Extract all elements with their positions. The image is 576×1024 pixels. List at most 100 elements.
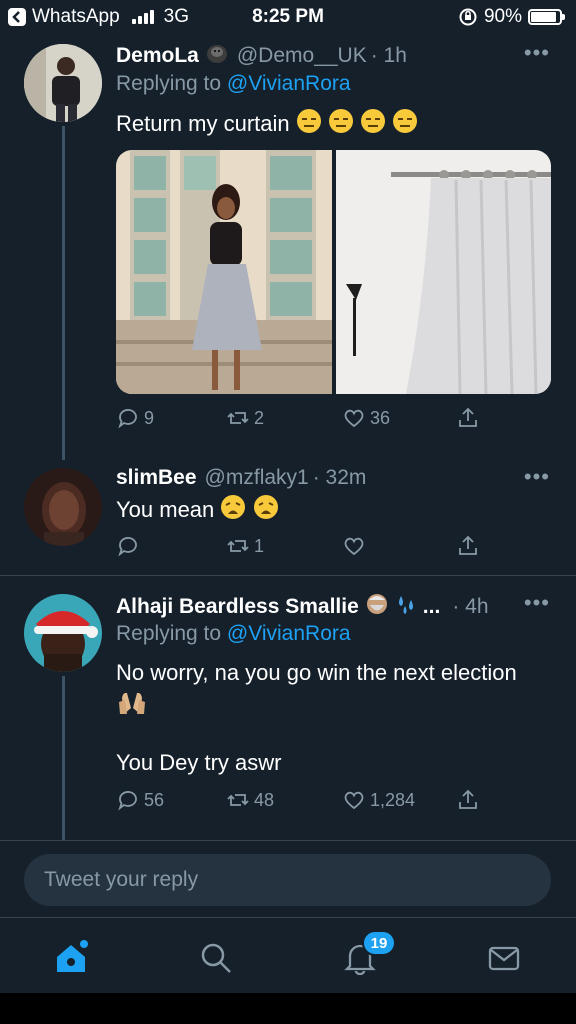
- tweet-text: No worry, na you go win the next electio…: [116, 658, 517, 778]
- tweet-time: · 32m: [312, 466, 367, 489]
- tweet-text-content: You mean: [116, 496, 215, 522]
- divider: [0, 840, 576, 841]
- reply-button[interactable]: 56: [116, 788, 164, 812]
- gorilla-emoji-icon: [205, 42, 229, 70]
- user-handle[interactable]: @mzflaky1: [205, 466, 309, 490]
- display-name[interactable]: Alhaji Beardless Smallie: [116, 595, 359, 619]
- like-button[interactable]: 36: [342, 406, 390, 430]
- weary-face-icon: [253, 494, 279, 528]
- sweat-droplets-emoji-icon: [395, 592, 419, 622]
- retweet-count: 2: [254, 407, 265, 428]
- media-photo-curtain[interactable]: [335, 150, 552, 394]
- home-icon: [57, 940, 88, 972]
- avatar[interactable]: [24, 468, 102, 546]
- battery-percent: 90%: [483, 6, 522, 27]
- tweet-header: DemoLa @Demo__UK · 1h: [116, 42, 407, 70]
- expressionless-face-icon: [360, 108, 386, 142]
- tweet-slimbee[interactable]: slimBee @mzflaky1 · 32m ••• You mean 1: [0, 464, 576, 574]
- thread-line: [62, 676, 65, 840]
- weary-face-icon: [220, 494, 246, 528]
- tweet-time: · 4h: [452, 595, 489, 618]
- retweet-icon: [227, 794, 249, 806]
- reply-button[interactable]: [116, 534, 144, 558]
- folded-hands-icon: [116, 688, 517, 718]
- expressionless-face-icon: [296, 108, 322, 142]
- media-photo-woman[interactable]: [116, 150, 332, 394]
- share-button[interactable]: [456, 788, 480, 812]
- tweet-text-line1: No worry, na you go win the next electio…: [116, 660, 517, 685]
- heart-icon: [344, 537, 364, 556]
- replying-to: Replying to @VivianRora: [116, 72, 351, 96]
- more-options-icon[interactable]: •••: [524, 464, 550, 490]
- avatar[interactable]: [24, 594, 102, 672]
- more-options-icon[interactable]: •••: [524, 590, 550, 616]
- battery-icon: [528, 9, 565, 25]
- search-icon: [201, 943, 231, 973]
- tweet-actions: 1: [116, 534, 496, 562]
- nav-search-button[interactable]: [196, 938, 236, 978]
- expressionless-face-icon: [392, 108, 418, 142]
- retweet-count: 1: [254, 535, 265, 556]
- replying-to: Replying to @VivianRora: [116, 622, 351, 646]
- tweet-text-content: Return my curtain: [116, 110, 290, 136]
- name-truncation: ...: [422, 595, 441, 618]
- tweet-alhaji[interactable]: Alhaji Beardless Smallie ... · 4h ••• Re…: [0, 576, 576, 840]
- retweet-icon: [227, 540, 249, 552]
- reply-button[interactable]: 9: [116, 406, 154, 430]
- nav-home-button[interactable]: [52, 938, 92, 978]
- share-icon: [459, 407, 477, 427]
- mention-link[interactable]: @VivianRora: [227, 622, 351, 645]
- expressionless-face-icon: [328, 108, 354, 142]
- display-name[interactable]: slimBee: [116, 466, 197, 490]
- nav-messages-button[interactable]: [484, 938, 524, 978]
- bottom-nav: [0, 917, 576, 993]
- tweet-header: slimBee @mzflaky1 · 32m: [116, 466, 366, 490]
- status-bar: WhatsApp 3G 8:25 PM 90%: [0, 0, 576, 34]
- tweet-text: Return my curtain: [116, 108, 418, 142]
- replying-to-prefix: Replying to: [116, 72, 222, 95]
- tweet-demola[interactable]: DemoLa @Demo__UK · 1h ••• Replying to @V…: [0, 34, 576, 464]
- bearded-man-emoji-icon: [365, 592, 389, 622]
- display-name[interactable]: DemoLa: [116, 44, 199, 68]
- share-icon: [459, 535, 477, 555]
- tweet-media[interactable]: [116, 150, 551, 394]
- mention-link[interactable]: @VivianRora: [227, 72, 351, 95]
- tweet-actions: 9 2 36: [116, 406, 496, 434]
- tweet-time: · 1h: [370, 44, 407, 67]
- retweet-count: 48: [254, 789, 275, 810]
- user-handle[interactable]: @Demo__UK: [237, 44, 367, 68]
- status-right: 90%: [458, 6, 565, 28]
- heart-icon: [344, 409, 364, 428]
- like-count: 1,284: [370, 789, 416, 810]
- retweet-button[interactable]: 2: [226, 406, 264, 430]
- avatar[interactable]: [24, 44, 102, 122]
- tweet-text: You mean: [116, 494, 279, 528]
- reply-icon: [118, 409, 137, 429]
- reply-count: 9: [144, 407, 155, 428]
- like-button[interactable]: 1,284: [342, 788, 415, 812]
- reply-count: 56: [144, 789, 165, 810]
- heart-icon: [344, 791, 364, 810]
- replying-to-prefix: Replying to: [116, 622, 222, 645]
- orientation-lock-icon: [459, 8, 477, 26]
- notifications-badge: 19: [362, 930, 396, 956]
- share-button[interactable]: [456, 534, 480, 558]
- compose-placeholder: Tweet your reply: [44, 868, 199, 891]
- tweet-text-line2: You Dey try aswr: [116, 750, 282, 775]
- reply-icon: [118, 537, 137, 557]
- tweet-header: Alhaji Beardless Smallie ... · 4h: [116, 592, 489, 622]
- home-indicator-bar: [0, 993, 576, 1024]
- like-count: 36: [370, 407, 391, 428]
- share-icon: [459, 789, 477, 809]
- retweet-button[interactable]: 48: [226, 788, 274, 812]
- more-options-icon[interactable]: •••: [524, 40, 550, 66]
- retweet-button[interactable]: 1: [226, 534, 264, 558]
- mail-icon: [488, 946, 520, 971]
- thread-line: [62, 126, 65, 460]
- retweet-icon: [227, 412, 249, 424]
- reply-icon: [118, 791, 137, 811]
- reply-compose-input[interactable]: Tweet your reply: [24, 854, 551, 906]
- like-button[interactable]: [342, 534, 370, 558]
- tweet-actions: 56 48 1,284: [116, 788, 496, 816]
- share-button[interactable]: [456, 406, 480, 430]
